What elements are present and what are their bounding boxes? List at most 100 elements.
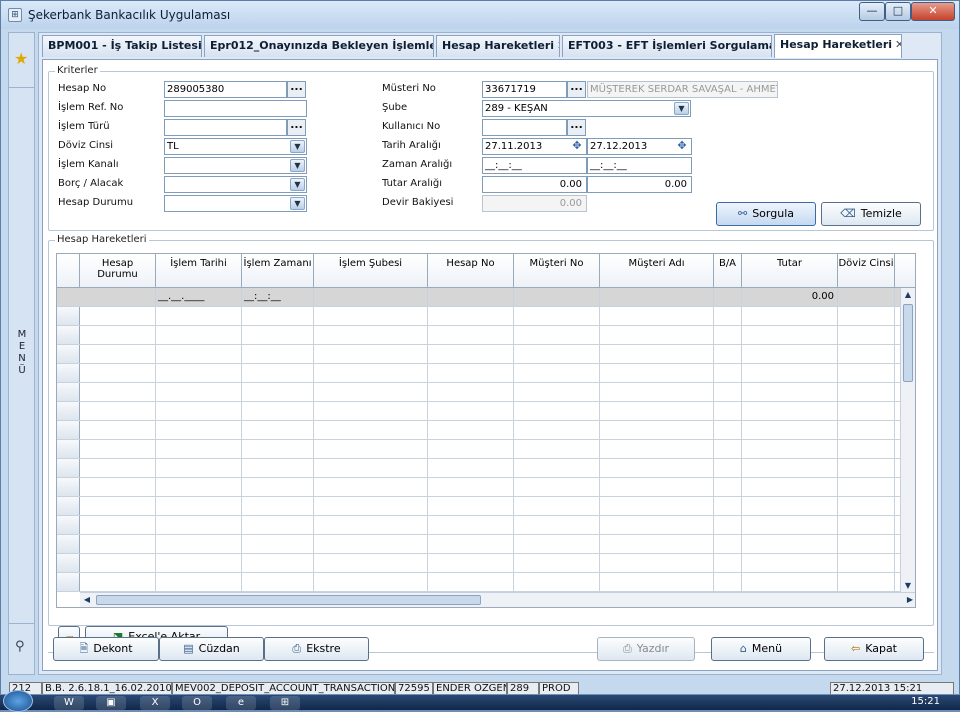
table-cell[interactable] bbox=[80, 345, 156, 364]
table-cell[interactable] bbox=[838, 440, 895, 459]
table-cell[interactable] bbox=[428, 516, 514, 535]
table-row[interactable] bbox=[57, 402, 902, 421]
table-cell[interactable] bbox=[742, 383, 838, 402]
table-cell[interactable] bbox=[714, 478, 742, 497]
islem-ref-no-field[interactable] bbox=[164, 100, 307, 117]
menu-vertical-label[interactable]: M E N Ü bbox=[17, 329, 27, 377]
table-cell[interactable] bbox=[428, 326, 514, 345]
table-cell[interactable] bbox=[838, 535, 895, 554]
table-cell[interactable] bbox=[80, 459, 156, 478]
table-cell[interactable] bbox=[742, 573, 838, 592]
table-cell[interactable] bbox=[714, 421, 742, 440]
col-islem-subesi[interactable]: İşlem Şubesi bbox=[314, 254, 428, 288]
hesap-no-field[interactable]: 289005380 bbox=[164, 81, 287, 98]
table-cell[interactable] bbox=[80, 554, 156, 573]
excel-taskbar-icon[interactable]: X bbox=[140, 696, 170, 710]
table-cell[interactable] bbox=[838, 478, 895, 497]
table-cell[interactable] bbox=[242, 554, 314, 573]
table-cell[interactable] bbox=[314, 402, 428, 421]
table-cell[interactable] bbox=[314, 459, 428, 478]
islem-turu-lookup-button[interactable]: ... bbox=[287, 119, 306, 136]
table-cell[interactable] bbox=[714, 326, 742, 345]
table-cell[interactable] bbox=[156, 383, 242, 402]
table-cell[interactable] bbox=[600, 478, 714, 497]
zaman-bitis-field[interactable]: __:__:__ bbox=[587, 157, 692, 174]
table-row[interactable] bbox=[57, 478, 902, 497]
table-cell[interactable] bbox=[600, 364, 714, 383]
table-cell[interactable] bbox=[838, 345, 895, 364]
table-cell[interactable] bbox=[514, 326, 600, 345]
table-cell[interactable] bbox=[714, 383, 742, 402]
tab-eft003[interactable]: EFT003 - EFT İşlemleri Sorgulama✕ bbox=[562, 35, 772, 57]
vertical-scroll-thumb[interactable] bbox=[903, 304, 913, 382]
table-cell[interactable] bbox=[742, 554, 838, 573]
table-cell[interactable] bbox=[80, 326, 156, 345]
table-cell[interactable] bbox=[714, 497, 742, 516]
table-cell[interactable] bbox=[242, 478, 314, 497]
table-row[interactable] bbox=[57, 326, 902, 345]
table-cell[interactable] bbox=[80, 421, 156, 440]
table-cell[interactable] bbox=[600, 573, 714, 592]
table-cell[interactable] bbox=[242, 459, 314, 478]
chevron-down-icon[interactable]: ▼ bbox=[674, 102, 689, 115]
tarih-baslangic-field[interactable]: 27.11.2013 ✥ bbox=[482, 138, 587, 155]
chevron-down-icon[interactable]: ▼ bbox=[290, 197, 305, 210]
sorgula-button[interactable]: ⚯ Sorgula bbox=[716, 202, 816, 226]
tab-epr012[interactable]: Epr012_Onayınızda Bekleyen İşlemler✕ bbox=[204, 35, 434, 57]
table-row[interactable] bbox=[57, 497, 902, 516]
table-cell[interactable] bbox=[314, 364, 428, 383]
table-cell[interactable] bbox=[600, 516, 714, 535]
tab-hesap-hareketleri-active[interactable]: Hesap Hareketleri✕ bbox=[774, 34, 902, 58]
table-cell[interactable] bbox=[742, 535, 838, 554]
table-cell[interactable] bbox=[742, 364, 838, 383]
favorites-star-icon[interactable]: ★ bbox=[14, 49, 28, 68]
table-cell[interactable] bbox=[742, 402, 838, 421]
table-cell[interactable] bbox=[314, 554, 428, 573]
explorer-taskbar-icon[interactable]: ▣ bbox=[96, 696, 126, 710]
table-cell[interactable] bbox=[242, 364, 314, 383]
table-cell[interactable] bbox=[428, 573, 514, 592]
table-cell[interactable] bbox=[242, 345, 314, 364]
chevron-down-icon[interactable]: ▼ bbox=[290, 159, 305, 172]
table-cell[interactable] bbox=[514, 516, 600, 535]
table-cell[interactable] bbox=[600, 307, 714, 326]
table-cell[interactable] bbox=[314, 497, 428, 516]
table-cell[interactable] bbox=[80, 497, 156, 516]
table-cell[interactable] bbox=[428, 497, 514, 516]
table-cell[interactable] bbox=[156, 402, 242, 421]
borc-alacak-select[interactable]: ▼ bbox=[164, 176, 307, 193]
table-cell[interactable] bbox=[514, 535, 600, 554]
table-cell[interactable] bbox=[428, 421, 514, 440]
table-cell[interactable] bbox=[838, 288, 895, 307]
scroll-left-icon[interactable]: ◀ bbox=[80, 593, 94, 607]
table-row[interactable] bbox=[57, 364, 902, 383]
col-hesap-durumu[interactable]: Hesap Durumu bbox=[80, 254, 156, 288]
table-cell[interactable] bbox=[314, 326, 428, 345]
kapat-button[interactable]: ⇦ Kapat bbox=[824, 637, 924, 661]
table-cell[interactable] bbox=[514, 345, 600, 364]
table-cell[interactable] bbox=[838, 364, 895, 383]
table-cell[interactable] bbox=[314, 383, 428, 402]
hesap-durumu-select[interactable]: ▼ bbox=[164, 195, 307, 212]
table-row[interactable] bbox=[57, 307, 902, 326]
table-cell[interactable] bbox=[242, 326, 314, 345]
table-cell[interactable]: 0.00 bbox=[742, 288, 838, 307]
table-cell[interactable] bbox=[514, 288, 600, 307]
table-cell[interactable] bbox=[714, 364, 742, 383]
minimize-button[interactable]: — bbox=[859, 2, 885, 21]
table-row[interactable] bbox=[57, 421, 902, 440]
table-cell[interactable] bbox=[314, 516, 428, 535]
musteri-no-field[interactable]: 33671719 bbox=[482, 81, 567, 98]
close-window-button[interactable]: ✕ bbox=[911, 2, 955, 21]
table-cell[interactable] bbox=[156, 554, 242, 573]
table-cell[interactable] bbox=[242, 402, 314, 421]
word-taskbar-icon[interactable]: W bbox=[54, 696, 84, 710]
table-cell[interactable] bbox=[742, 307, 838, 326]
scroll-right-icon[interactable]: ▶ bbox=[903, 593, 915, 607]
table-cell[interactable] bbox=[714, 516, 742, 535]
table-cell[interactable] bbox=[428, 440, 514, 459]
col-ba[interactable]: B/A bbox=[714, 254, 742, 288]
table-cell[interactable] bbox=[80, 573, 156, 592]
horizontal-scrollbar[interactable]: ◀ ▶ bbox=[80, 592, 915, 607]
table-cell[interactable] bbox=[156, 459, 242, 478]
